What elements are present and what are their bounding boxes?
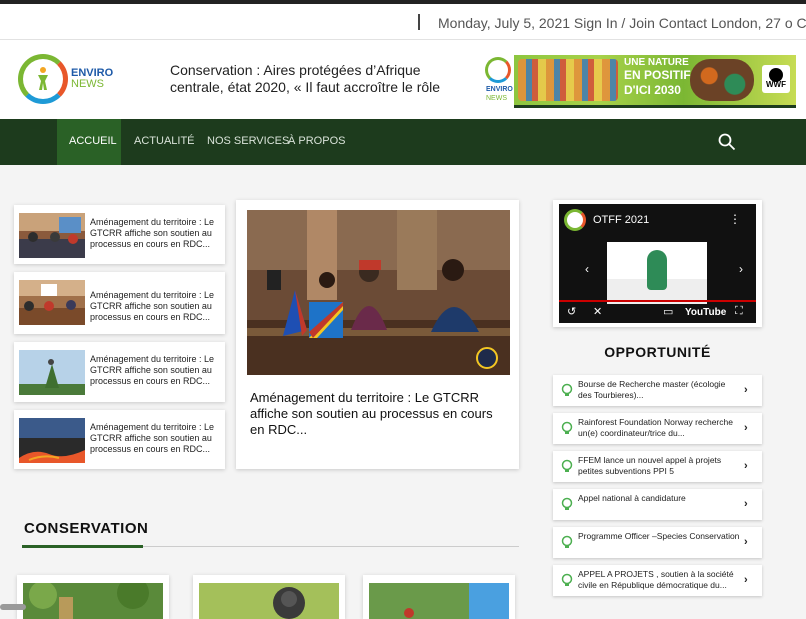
top-bar: Monday, July 5, 2021 Sign In / Join Cont… <box>0 4 806 40</box>
opportunity-item[interactable]: Appel national à candidature › <box>553 489 762 520</box>
conservation-card[interactable] <box>193 575 345 619</box>
opportunities-heading: OPPORTUNITÉ <box>604 344 711 360</box>
youtube-logo[interactable]: YouTube <box>685 307 726 318</box>
topbar-info: Monday, July 5, 2021 Sign In / Join Cont… <box>438 15 806 31</box>
banner-footer-strip <box>514 105 796 108</box>
lightbulb-icon <box>561 459 573 472</box>
video-widget[interactable]: OTFF 2021 ⋮ ‹ › ↺ ✕ ▭ YouTube ⛶ <box>553 200 762 327</box>
conservation-card[interactable] <box>363 575 515 619</box>
video-title: OTFF 2021 <box>593 214 650 226</box>
nav-item-a-propos[interactable]: À PROPOS <box>276 119 357 165</box>
conservation-card-image <box>369 583 509 619</box>
site-logo[interactable]: ENVIRO NEWS <box>18 54 118 104</box>
logo-text: ENVIRO NEWS <box>71 68 113 90</box>
banner-title-line3: D'ICI 2030 <box>624 83 681 97</box>
logo-line2: NEWS <box>71 78 104 90</box>
site-header: ENVIRO NEWS Conservation : Aires protégé… <box>0 40 806 119</box>
article-thumbnail <box>19 418 85 463</box>
progress-bar[interactable] <box>559 300 756 302</box>
banner-logo-mark <box>485 57 511 83</box>
lightbulb-icon <box>561 573 573 586</box>
featured-article-image <box>247 210 510 375</box>
lightbulb-icon <box>561 497 573 510</box>
subtitles-icon[interactable]: ▭ <box>663 305 673 318</box>
banner-logo-line1: ENVIRO <box>486 86 513 93</box>
mute-icon[interactable]: ✕ <box>593 305 602 318</box>
conservation-card-image <box>23 583 163 619</box>
article-card-small[interactable]: Aménagement du territoire : Le GTCRR aff… <box>14 410 225 469</box>
chevron-right-icon: › <box>744 422 748 434</box>
opportunity-label: FFEM lance un nouvel appel à projets pet… <box>578 455 722 476</box>
chevron-right-icon: › <box>744 536 748 548</box>
banner-title-line1: UNE NATURE <box>624 57 689 68</box>
article-title: Aménagement du territoire : Le GTCRR aff… <box>90 217 215 249</box>
nav-item-accueil[interactable]: ACCUEIL <box>57 119 121 165</box>
channel-avatar <box>564 209 586 231</box>
article-thumbnail <box>19 213 85 258</box>
speaker-figure <box>647 250 667 290</box>
panda-icon <box>769 68 783 82</box>
conservation-card-image <box>199 583 339 619</box>
banner-title-line2: EN POSITIF <box>624 68 691 82</box>
person-icon <box>38 67 48 90</box>
video-player[interactable]: OTFF 2021 ⋮ ‹ › ↺ ✕ ▭ YouTube ⛶ <box>559 204 756 323</box>
chevron-right-icon: › <box>744 460 748 472</box>
chevron-right-icon: › <box>744 574 748 586</box>
lightbulb-icon <box>561 421 573 434</box>
video-frame <box>607 242 707 304</box>
chevron-right-icon: › <box>744 498 748 510</box>
previous-icon[interactable]: ‹ <box>585 262 589 276</box>
opportunity-item[interactable]: Bourse de Recherche master (écologie des… <box>553 375 762 406</box>
section-title-conservation: CONSERVATION <box>24 520 149 537</box>
opportunity-label: Appel national à candidature <box>578 493 686 503</box>
opportunity-label: Bourse de Recherche master (écologie des… <box>578 379 726 400</box>
opportunity-label: Rainforest Foundation Norway recherche u… <box>578 417 733 438</box>
article-card-small[interactable]: Aménagement du territoire : Le GTCRR aff… <box>14 205 225 264</box>
fullscreen-icon[interactable]: ⛶ <box>735 305 743 318</box>
chevron-right-icon: › <box>744 384 748 396</box>
next-icon[interactable]: › <box>739 262 743 276</box>
banner-image: UNE NATURE EN POSITIF D'ICI 2030 WWF <box>514 55 796 105</box>
article-card-small[interactable]: Aménagement du territoire : Le GTCRR aff… <box>14 272 225 334</box>
banner-logo-line2: NEWS <box>486 95 507 102</box>
article-thumbnail <box>19 280 85 325</box>
banner-food-image <box>690 59 754 101</box>
article-title: Aménagement du territoire : Le GTCRR aff… <box>90 422 215 454</box>
article-title: Aménagement du territoire : Le GTCRR aff… <box>90 290 215 322</box>
article-card-small[interactable]: Aménagement du territoire : Le GTCRR aff… <box>14 342 225 402</box>
conservation-card[interactable] <box>17 575 169 619</box>
wwf-logo: WWF <box>762 65 790 93</box>
opportunity-item[interactable]: APPEL A PROJETS , soutien à la société c… <box>553 565 762 596</box>
main-nav: ACCUEIL ACTUALITÉ NOS SERVICES À PROPOS <box>0 119 806 165</box>
nav-item-actualite[interactable]: ACTUALITÉ <box>122 119 207 165</box>
article-thumbnail <box>19 350 85 395</box>
topbar-separator <box>418 14 420 30</box>
opportunity-label: APPEL A PROJETS , soutien à la société c… <box>578 569 734 590</box>
featured-article-title: Aménagement du territoire : Le GTCRR aff… <box>250 390 493 437</box>
logo-mark <box>18 54 68 104</box>
replay-icon[interactable]: ↺ <box>567 305 576 318</box>
featured-article-card[interactable]: Aménagement du territoire : Le GTCRR aff… <box>236 200 519 469</box>
article-title: Aménagement du territoire : Le GTCRR aff… <box>90 354 215 386</box>
header-headline[interactable]: Conservation : Aires protégées d’Afrique… <box>170 62 460 96</box>
opportunity-item[interactable]: Rainforest Foundation Norway recherche u… <box>553 413 762 444</box>
section-divider-accent <box>22 545 143 548</box>
banner-logo: ENVIRO NEWS <box>482 55 514 107</box>
opportunity-item[interactable]: Programme Officer –Species Conservation … <box>553 527 762 558</box>
lightbulb-icon <box>561 535 573 548</box>
scrollbar-thumb[interactable] <box>0 604 26 610</box>
opportunity-label: Programme Officer –Species Conservation <box>578 531 740 541</box>
lightbulb-icon <box>561 383 573 396</box>
ad-banner[interactable]: ENVIRO NEWS UNE NATURE EN POSITIF D'ICI … <box>482 55 796 108</box>
banner-people-illustration <box>518 59 618 101</box>
more-options-icon[interactable]: ⋮ <box>729 212 741 226</box>
opportunity-item[interactable]: FFEM lance un nouvel appel à projets pet… <box>553 451 762 482</box>
search-icon[interactable] <box>718 133 736 151</box>
